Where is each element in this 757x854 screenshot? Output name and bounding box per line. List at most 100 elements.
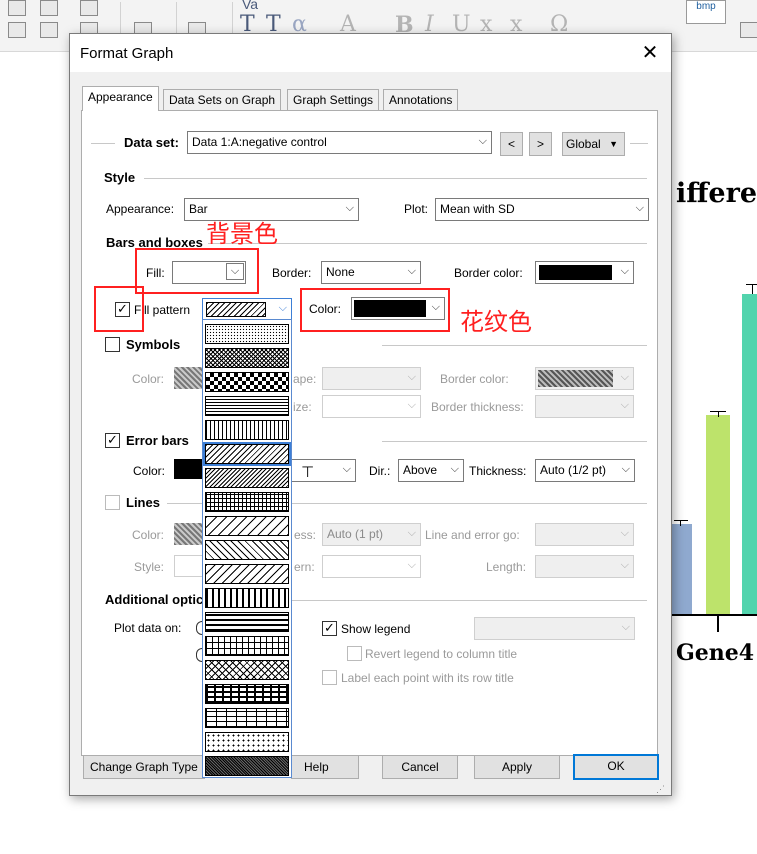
error-bar-style-select[interactable]: ⊤ ⌵ — [282, 459, 356, 482]
direction-value: Above — [403, 463, 438, 477]
pattern-option[interactable] — [205, 732, 289, 752]
symbols-heading: Symbols — [126, 337, 181, 352]
border-select[interactable]: None ⌵ — [321, 261, 421, 284]
global-scope-button[interactable]: Global ▼ — [562, 132, 625, 156]
chevron-down-icon: ⌵ — [345, 201, 354, 214]
fill-pattern-list[interactable] — [202, 319, 292, 778]
change-graph-type-button[interactable]: Change Graph Type — [83, 755, 205, 779]
error-bar-thickness-label: Thickness: — [469, 464, 527, 478]
chevron-down-icon: ⌵ — [620, 264, 629, 277]
toolbar-icon[interactable] — [80, 0, 98, 16]
bmp-label: bmp — [696, 1, 716, 12]
chevron-down-icon: ⌵ — [407, 264, 416, 277]
pattern-option[interactable] — [205, 372, 289, 392]
pattern-option[interactable] — [205, 540, 289, 560]
pattern-option-selected[interactable] — [203, 442, 291, 466]
chevron-down-icon: ⌵ — [620, 526, 629, 539]
symbol-color-swatch[interactable] — [174, 367, 204, 389]
toolbar-icon[interactable] — [40, 22, 58, 38]
additional-options-heading: Additional optic — [105, 592, 204, 607]
pattern-option[interactable] — [205, 396, 289, 416]
error-bars-checkbox[interactable]: ✓ — [105, 433, 120, 448]
pattern-option[interactable] — [205, 420, 289, 440]
help-button[interactable]: Help — [291, 755, 359, 779]
ok-button[interactable]: OK — [573, 754, 659, 780]
triangle-down-icon: ▼ — [609, 139, 618, 149]
apply-button[interactable]: Apply — [474, 755, 560, 779]
error-bar-direction-select[interactable]: Above ⌵ — [398, 459, 464, 482]
pattern-option[interactable] — [205, 516, 289, 536]
ok-label: OK — [607, 759, 625, 773]
resize-grip-icon[interactable]: ⋰ — [656, 784, 665, 795]
border-color-select[interactable]: ⌵ — [535, 261, 634, 284]
line-thickness-select[interactable]: Auto (1 pt) ⌵ — [322, 523, 421, 546]
pattern-option[interactable] — [205, 492, 289, 512]
divider — [382, 345, 647, 346]
lines-heading: Lines — [126, 495, 160, 510]
pattern-option[interactable] — [205, 660, 289, 680]
pattern-option[interactable] — [205, 708, 289, 728]
pattern-option[interactable] — [205, 468, 289, 488]
pattern-option[interactable] — [205, 684, 289, 704]
line-error-go-select[interactable]: ⌵ — [535, 523, 634, 546]
graph-bar — [706, 415, 730, 614]
symbol-size-select[interactable]: ⌵ — [322, 395, 421, 418]
data-set-label: Data set: — [124, 135, 179, 150]
line-style-label: Style: — [134, 560, 165, 574]
pattern-option[interactable] — [205, 324, 289, 344]
line-pattern-select[interactable]: ⌵ — [322, 555, 421, 578]
pattern-option[interactable] — [205, 564, 289, 584]
change-graph-type-label: Change Graph Type — [90, 760, 198, 774]
pattern-option[interactable] — [205, 636, 289, 656]
line-style-select[interactable] — [174, 555, 204, 577]
plot-value: Mean with SD — [440, 202, 515, 216]
lines-checkbox[interactable]: ✓ — [105, 495, 120, 510]
symbol-color-label: Color: — [132, 372, 165, 386]
pattern-option[interactable] — [205, 756, 289, 776]
cancel-button[interactable]: Cancel — [382, 755, 458, 779]
graph-title: ifferer — [676, 178, 757, 209]
symbol-border-color-select[interactable]: ⌵ — [535, 367, 634, 390]
toolbar-icon[interactable] — [8, 22, 26, 38]
symbol-border-thickness-select[interactable]: ⌵ — [535, 395, 634, 418]
symbols-checkbox[interactable]: ✓ — [105, 337, 120, 352]
previous-data-set-button[interactable]: < — [500, 132, 523, 156]
fill-pattern-highlight-box — [94, 286, 144, 332]
toolbar-icon[interactable] — [40, 0, 58, 16]
pattern-option[interactable] — [205, 588, 289, 608]
data-set-select[interactable]: Data 1:A:negative control ⌵ — [187, 131, 492, 154]
style-heading: Style — [104, 170, 136, 185]
tab-graph-settings[interactable]: Graph Settings — [287, 89, 380, 110]
revert-legend-checkbox[interactable]: ✓ — [347, 646, 362, 661]
close-button[interactable]: ✕ — [636, 40, 664, 66]
color-swatch — [539, 265, 612, 280]
next-data-set-button[interactable]: > — [529, 132, 552, 156]
error-bar-thickness-select[interactable]: Auto (1/2 pt) ⌵ — [535, 459, 635, 482]
line-color-label: Color: — [132, 528, 165, 542]
scope-label: Global — [566, 137, 601, 151]
export-bmp-icon[interactable]: bmp — [686, 0, 726, 24]
chevron-down-icon: ⌵ — [621, 462, 630, 475]
symbol-shape-select[interactable]: ⌵ — [322, 367, 421, 390]
chevron-down-icon: ⌵ — [635, 201, 644, 214]
tab-annotations[interactable]: Annotations — [383, 89, 459, 110]
appearance-value: Bar — [189, 202, 208, 216]
error-bar-cap — [746, 284, 757, 285]
line-length-select[interactable]: ⌵ — [535, 555, 634, 578]
pattern-option[interactable] — [205, 348, 289, 368]
appearance-label: Appearance: — [106, 202, 175, 216]
show-legend-checkbox[interactable]: ✓ — [322, 621, 337, 636]
pattern-option[interactable] — [205, 612, 289, 632]
tab-data-sets-on-graph[interactable]: Data Sets on Graph — [163, 89, 282, 110]
chevron-down-icon: ⌵ — [450, 462, 459, 475]
fill-pattern-select[interactable]: ⌵ — [202, 298, 292, 321]
x-axis-label: Gene4 — [676, 640, 755, 666]
toolbar-icon[interactable] — [740, 22, 757, 38]
toolbar-icon[interactable] — [8, 0, 26, 16]
plot-select[interactable]: Mean with SD ⌵ — [435, 198, 649, 221]
graph-bar — [672, 524, 692, 614]
label-row-title-checkbox[interactable]: ✓ — [322, 670, 337, 685]
line-color-swatch[interactable] — [174, 523, 204, 545]
legend-position-select[interactable]: ⌵ — [474, 617, 635, 640]
tab-appearance[interactable]: Appearance — [82, 86, 159, 111]
